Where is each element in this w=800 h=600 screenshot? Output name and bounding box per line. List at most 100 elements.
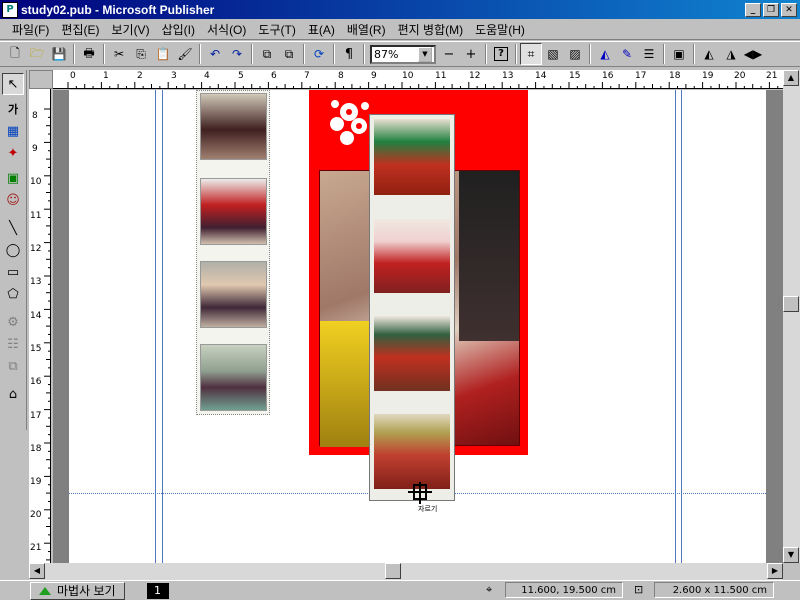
publisher-app-icon[interactable]: P	[2, 1, 18, 18]
scroll-right-button[interactable]: ▶	[767, 563, 783, 579]
menu-insert[interactable]: 삽입(I)	[156, 19, 201, 40]
toolbar-separator	[589, 44, 591, 64]
rectangle-tool-icon[interactable]: ▭	[2, 261, 24, 283]
chevron-down-icon[interactable]: ▼	[418, 46, 432, 62]
toolbar-separator	[251, 44, 253, 64]
cut-icon[interactable]: ✂	[108, 43, 130, 65]
save-icon[interactable]: 💾	[48, 43, 70, 65]
restore-button[interactable]: ❐	[763, 2, 779, 17]
open-icon[interactable]: 🗁	[26, 43, 48, 65]
object-size: 2.600 x 11.500 cm	[654, 582, 774, 598]
bring-to-front-icon[interactable]: ⧉	[256, 43, 278, 65]
pointer-tool-icon[interactable]: ↖	[2, 73, 24, 95]
dragged-photo-strip[interactable]	[369, 114, 455, 501]
dragged-strip-photo-4[interactable]	[374, 414, 450, 489]
ruler-corner[interactable]	[29, 70, 53, 89]
line-color-icon[interactable]: ✎	[616, 43, 638, 65]
oval-tool-icon[interactable]: ◯	[2, 239, 24, 261]
wordart-tool-icon[interactable]: ✦	[2, 142, 24, 164]
flip-horizontal-icon[interactable]: ◀▶	[742, 43, 764, 65]
menu-edit[interactable]: 편집(E)	[55, 19, 105, 40]
shadow-icon[interactable]: ▣	[668, 43, 690, 65]
ole-object-tool-icon[interactable]: ⚙	[2, 311, 24, 333]
rotate-right-icon[interactable]: ◮	[720, 43, 742, 65]
zoom-out-button[interactable]: −	[438, 43, 460, 65]
horizontal-ruler[interactable]: 0 1 2 3 4 5 6 7 8 9 10 11 12 13 14 15 16…	[53, 70, 783, 89]
scroll-down-button[interactable]: ▼	[783, 547, 799, 563]
clip-gallery-tool-icon[interactable]: ☺	[2, 189, 24, 211]
rotate-left-icon[interactable]: ◭	[698, 43, 720, 65]
custom-rotate-icon[interactable]: ⟳	[308, 43, 330, 65]
custom-shape-tool-icon[interactable]: ⬠	[2, 283, 24, 305]
strip-photo-2[interactable]	[200, 178, 267, 245]
wizard-triangle-icon	[39, 586, 51, 595]
undo-icon[interactable]: ↶	[204, 43, 226, 65]
left-photo-strip[interactable]	[196, 90, 270, 415]
scroll-left-button[interactable]: ◀	[29, 563, 45, 579]
vertical-scrollbar[interactable]: ▲ ▼	[783, 70, 800, 563]
vertical-ruler[interactable]: 8 9 10 11 12 13 14 15 16 17 18 19 20 21	[29, 89, 51, 565]
fill-color-icon[interactable]: ◭	[594, 43, 616, 65]
ruler-label: 19	[30, 477, 42, 487]
horizontal-scroll-thumb[interactable]	[385, 563, 401, 579]
new-icon[interactable]: 🗋	[4, 43, 26, 65]
menu-view[interactable]: 보기(V)	[105, 19, 155, 40]
ruler-label: 16	[602, 71, 614, 81]
help-icon[interactable]: ?	[490, 43, 512, 65]
vertical-scroll-thumb[interactable]	[783, 296, 799, 312]
ruler-label: 15	[569, 71, 581, 81]
menu-table[interactable]: 표(A)	[302, 19, 341, 40]
window-title: study02.pub - Microsoft Publisher	[21, 2, 215, 17]
close-button[interactable]: ✕	[781, 2, 797, 17]
dragged-strip-photo-1[interactable]	[374, 119, 450, 195]
menu-tools[interactable]: 도구(T)	[252, 19, 301, 40]
dragged-strip-photo-2[interactable]	[374, 219, 450, 293]
table-frame-tool-icon[interactable]: ▦	[2, 120, 24, 142]
strip-photo-4[interactable]	[200, 344, 267, 411]
menu-arrange[interactable]: 배열(R)	[341, 19, 392, 40]
menu-mail-merge[interactable]: 편지 병합(M)	[392, 19, 469, 40]
line-style-icon[interactable]: ☰	[638, 43, 660, 65]
ruler-label: 20	[734, 71, 746, 81]
zoom-in-button[interactable]: +	[460, 43, 482, 65]
show-wizard-button[interactable]: 마법사 보기	[30, 581, 125, 600]
ruler-label: 2	[137, 71, 143, 81]
page-navigator[interactable]: 1	[146, 582, 169, 599]
scroll-up-button[interactable]: ▲	[783, 70, 799, 86]
menu-file[interactable]: 파일(F)	[6, 19, 55, 40]
ruler-label: 14	[30, 311, 42, 321]
toolbar-separator	[363, 44, 365, 64]
copy-icon[interactable]: ⎘	[130, 43, 152, 65]
zoom-select[interactable]: 87% ▼	[370, 44, 436, 64]
paste-icon[interactable]: 📋	[152, 43, 174, 65]
minimize-button[interactable]: _	[745, 2, 761, 17]
format-painter-icon[interactable]: 🖌	[174, 43, 196, 65]
publication-workspace[interactable]: 자르기	[53, 90, 783, 563]
toolbar-separator	[693, 44, 695, 64]
picture-frame-properties-icon[interactable]: ▧	[542, 43, 564, 65]
send-to-back-icon[interactable]: ⧉	[278, 43, 300, 65]
ruler-label: 16	[30, 377, 42, 387]
text-frame-tool-icon[interactable]: 가	[2, 98, 24, 120]
publication-page[interactable]: 자르기	[69, 90, 766, 563]
line-tool-icon[interactable]: ╲	[2, 217, 24, 239]
ruler-label: 8	[338, 71, 344, 81]
dragged-strip-photo-3[interactable]	[374, 316, 450, 391]
html-code-tool-icon[interactable]: ⧉	[2, 355, 24, 377]
crop-icon[interactable]: ⌗	[520, 43, 542, 65]
form-control-tool-icon[interactable]: ☷	[2, 333, 24, 355]
strip-photo-3[interactable]	[200, 261, 267, 328]
status-bar: 마법사 보기 1 ⌖ 11.600, 19.500 cm ⊡ 2.600 x 1…	[0, 580, 800, 600]
flower-ornament-picture[interactable]	[325, 94, 373, 152]
horizontal-scrollbar[interactable]: ◀ ▶	[29, 563, 783, 580]
design-gallery-tool-icon[interactable]: ⌂	[2, 383, 24, 405]
menu-help[interactable]: 도움말(H)	[469, 19, 531, 40]
paragraph-mark-button[interactable]: ¶	[338, 43, 360, 65]
strip-photo-1[interactable]	[200, 93, 267, 160]
redo-icon[interactable]: ↷	[226, 43, 248, 65]
wrap-text-icon[interactable]: ▨	[564, 43, 586, 65]
print-icon[interactable]: 🖶	[78, 43, 100, 65]
picture-frame-tool-icon[interactable]: ▣	[2, 167, 24, 189]
menu-format[interactable]: 서식(O)	[201, 19, 252, 40]
zoom-value: 87%	[374, 47, 399, 61]
